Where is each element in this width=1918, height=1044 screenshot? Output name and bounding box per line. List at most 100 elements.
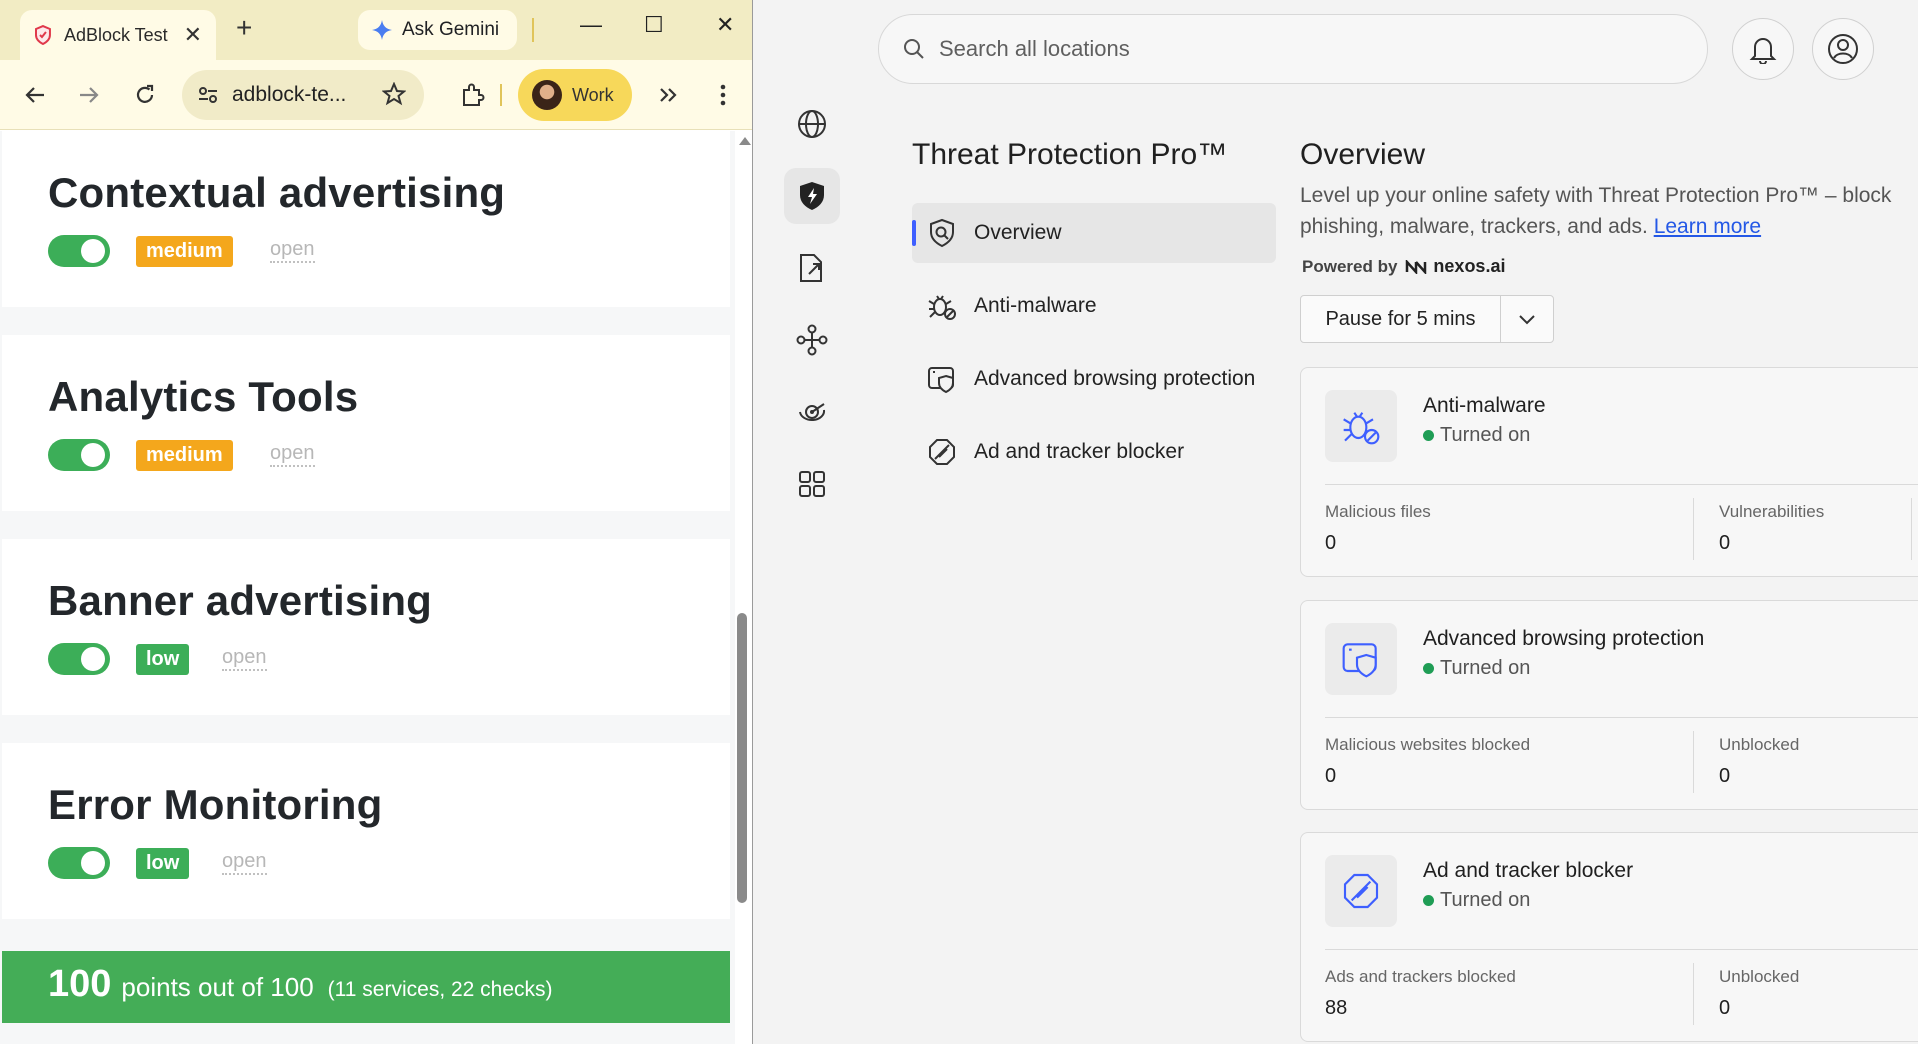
search-placeholder: Search all locations xyxy=(939,36,1130,61)
avatar xyxy=(532,80,562,110)
service-title: Analytics Tools xyxy=(48,373,359,420)
status-dot xyxy=(1423,430,1434,441)
menu-item-advanced-browsing-protection[interactable]: Advanced browsing protection xyxy=(912,349,1276,409)
open-link[interactable]: open xyxy=(222,849,267,875)
feature-name: Advanced browsing protection xyxy=(1423,627,1705,650)
ad-block-icon xyxy=(926,436,958,468)
open-link[interactable]: open xyxy=(270,441,315,467)
address-bar[interactable]: adblock-te... xyxy=(182,70,424,120)
meshnet-nav[interactable] xyxy=(784,312,840,368)
learn-more-link[interactable]: Learn more xyxy=(1654,215,1761,238)
maximize-icon[interactable]: ☐ xyxy=(644,14,664,36)
feature-name: Ad and tracker blocker xyxy=(1423,859,1634,882)
stat-value: 0 xyxy=(1719,765,1731,787)
menu-item-label: Advanced browsing protection xyxy=(974,367,1256,390)
chevron-down-icon[interactable] xyxy=(1501,296,1553,342)
status-text: Turned on xyxy=(1440,889,1531,911)
threat-protection-icon xyxy=(800,182,824,210)
apps-nav[interactable] xyxy=(784,456,840,512)
notifications-button[interactable] xyxy=(1732,18,1794,80)
bell-icon xyxy=(1749,38,1777,64)
scrollbar[interactable] xyxy=(735,131,752,1044)
account-button[interactable] xyxy=(1812,18,1874,80)
overview-description: Level up your online safety with Threat … xyxy=(1300,180,1910,242)
reload-icon[interactable] xyxy=(132,82,158,108)
forward-icon[interactable] xyxy=(76,82,102,108)
menu-item-ad-and-tracker-blocker[interactable]: Ad and tracker blocker xyxy=(912,422,1276,482)
stat-block: Malicious files 0 xyxy=(1325,498,1431,568)
service-toggle[interactable] xyxy=(48,847,110,879)
divider xyxy=(1325,949,1918,950)
feature-status: Turned on xyxy=(1423,424,1530,447)
divider xyxy=(1693,963,1694,1025)
feature-card-ad-and-tracker-blocker[interactable]: Ad and tracker blocker Turned on Ads and… xyxy=(1300,832,1918,1042)
close-tab-icon[interactable]: ✕ xyxy=(184,24,202,46)
service-card: Banner advertising low open xyxy=(2,539,730,715)
powered-by-label: Powered by xyxy=(1302,256,1398,276)
extensions-icon[interactable] xyxy=(460,82,486,108)
status-dot xyxy=(1423,895,1434,906)
minimize-icon[interactable]: — xyxy=(580,14,602,36)
brand-name: nexos.ai xyxy=(1433,256,1506,276)
bug-icon xyxy=(926,290,958,322)
scroll-up-icon[interactable] xyxy=(739,137,751,145)
severity-badge: medium xyxy=(136,236,233,267)
pause-button[interactable]: Pause for 5 mins xyxy=(1301,296,1501,342)
status-text: Turned on xyxy=(1440,657,1531,679)
menu-item-label: Anti-malware xyxy=(974,294,1097,317)
apps-icon xyxy=(799,471,825,497)
star-icon[interactable] xyxy=(382,82,406,106)
open-link[interactable]: open xyxy=(270,237,315,263)
profile-button[interactable]: Work xyxy=(518,69,632,121)
bug-icon xyxy=(1325,390,1397,462)
stat-label: Vulnerabilities xyxy=(1719,502,1825,521)
vpn-app: Search all locations Threat Protection P… xyxy=(754,0,1918,1044)
scrollbar-thumb[interactable] xyxy=(737,613,747,903)
site-settings-icon[interactable] xyxy=(198,85,218,105)
overview-text: Level up your online safety with Threat … xyxy=(1300,184,1892,238)
service-toggle[interactable] xyxy=(48,235,110,267)
feature-card-advanced-browsing-protection[interactable]: Advanced browsing protection Turned on M… xyxy=(1300,600,1918,810)
page-title: Threat Protection Pro™ xyxy=(912,138,1228,171)
window-close-icon[interactable]: ✕ xyxy=(716,14,734,36)
shield-search-icon xyxy=(926,217,958,249)
stat-value: 0 xyxy=(1719,532,1731,554)
stat-block: Unblocked 0 xyxy=(1719,963,1799,1033)
feature-card-anti-malware[interactable]: Anti-malware Turned on Malicious files 0… xyxy=(1300,367,1918,577)
stat-label: Unblocked xyxy=(1719,967,1800,986)
ask-gemini-button[interactable]: Ask Gemini xyxy=(358,10,518,50)
severity-badge: low xyxy=(136,644,190,675)
chevrons-icon[interactable] xyxy=(656,82,682,108)
status-dot xyxy=(1423,663,1434,674)
search-input[interactable]: Search all locations xyxy=(878,14,1708,84)
divider xyxy=(1325,717,1918,718)
threat-protection-nav[interactable] xyxy=(784,168,840,224)
menu-item-anti-malware[interactable]: Anti-malware xyxy=(912,276,1276,336)
menu-item-overview[interactable]: Overview xyxy=(912,203,1276,263)
url-text: adblock-te... xyxy=(232,83,347,106)
more-icon[interactable] xyxy=(710,82,736,108)
pause-dropdown[interactable]: Pause for 5 mins xyxy=(1300,295,1554,343)
score-value: 100 xyxy=(48,963,112,1005)
target-icon xyxy=(799,403,826,421)
menu-item-label: Ad and tracker blocker xyxy=(974,440,1185,463)
stat-block: Malicious websites blocked 0 xyxy=(1325,731,1530,801)
page-content: Contextual advertising medium open Analy… xyxy=(0,131,740,1044)
score-label: points out of 100 xyxy=(121,972,314,1002)
tab-strip: AdBlock Test ✕ + Ask Gemini — ☐ ✕ xyxy=(0,0,752,60)
severity-badge: medium xyxy=(136,440,233,471)
new-tab-button[interactable]: + xyxy=(236,14,252,42)
meshnet-icon xyxy=(796,324,828,356)
service-toggle[interactable] xyxy=(48,643,110,675)
file-share-nav[interactable] xyxy=(784,240,840,296)
countries-nav[interactable] xyxy=(784,96,840,152)
browser-tab[interactable]: AdBlock Test ✕ xyxy=(20,10,216,60)
service-title: Error Monitoring xyxy=(48,781,383,828)
profile-name: Work xyxy=(572,84,614,105)
dark-web-monitor-nav[interactable] xyxy=(784,384,840,440)
open-link[interactable]: open xyxy=(222,645,267,671)
back-icon[interactable] xyxy=(22,82,48,108)
globe-icon xyxy=(798,110,826,138)
status-text: Turned on xyxy=(1440,424,1531,446)
service-toggle[interactable] xyxy=(48,439,110,471)
